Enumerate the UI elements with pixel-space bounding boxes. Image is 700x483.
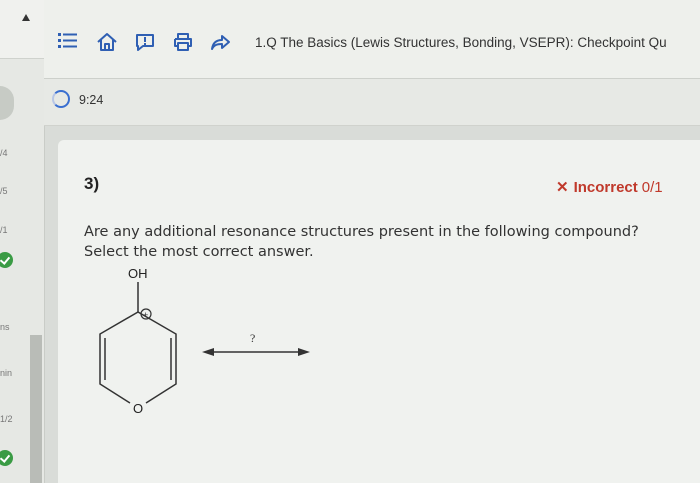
print-icon[interactable]	[172, 32, 194, 52]
arrow-head-right	[298, 348, 310, 356]
sidebar-header	[0, 0, 44, 59]
incorrect-x-icon: ✕	[556, 179, 569, 196]
timer-bar: 9:24	[44, 79, 700, 126]
question-score: 0/1	[641, 179, 663, 196]
collapse-caret-icon[interactable]	[22, 14, 30, 21]
status-badge: ✕ Incorrect 0/1	[556, 178, 663, 196]
ring-oxygen-label: O	[133, 401, 143, 416]
arrow-head-left	[202, 348, 214, 356]
sidebar-item-score[interactable]: /1	[0, 225, 8, 235]
hydroxyl-label: OH	[128, 266, 148, 281]
top-toolbar: 1.Q The Basics (Lewis Structures, Bondin…	[44, 0, 700, 79]
share-icon[interactable]	[209, 32, 231, 52]
prompt-line: Are any additional resonance structures …	[84, 224, 639, 240]
sidebar-scrollbar[interactable]	[30, 335, 42, 483]
sidebar-item-score[interactable]: /4	[0, 148, 8, 158]
question-card: 3) ✕ Incorrect 0/1 Are any additional reso…	[58, 140, 700, 483]
sidebar-item-score[interactable]: 1/2	[0, 414, 13, 424]
left-sidebar: /4 /5 /1 ns nin 1/2	[0, 0, 45, 483]
list-icon[interactable]	[58, 32, 78, 50]
arrow-question-mark: ?	[250, 331, 255, 345]
sidebar-item-label[interactable]: ns	[0, 322, 10, 332]
sidebar-item-label[interactable]: nin	[0, 368, 12, 378]
report-icon[interactable]	[134, 32, 156, 52]
complete-check-icon	[0, 450, 13, 466]
sidebar-active-indicator	[0, 86, 14, 120]
molecule-diagram: OH + O ?	[99, 266, 310, 416]
sidebar-item-score[interactable]: /5	[0, 186, 8, 196]
question-number: 3)	[84, 174, 100, 193]
timer-value: 9:24	[79, 93, 104, 107]
home-icon[interactable]	[96, 32, 118, 52]
assignment-title: 1.Q The Basics (Lewis Structures, Bondin…	[255, 35, 667, 50]
question-prompt: Are any additional resonance structures …	[84, 222, 684, 262]
timer-icon	[52, 90, 70, 108]
status-label: Incorrect	[573, 179, 638, 196]
prompt-instruction: Select the most correct answer.	[84, 244, 314, 260]
complete-check-icon	[0, 252, 13, 268]
